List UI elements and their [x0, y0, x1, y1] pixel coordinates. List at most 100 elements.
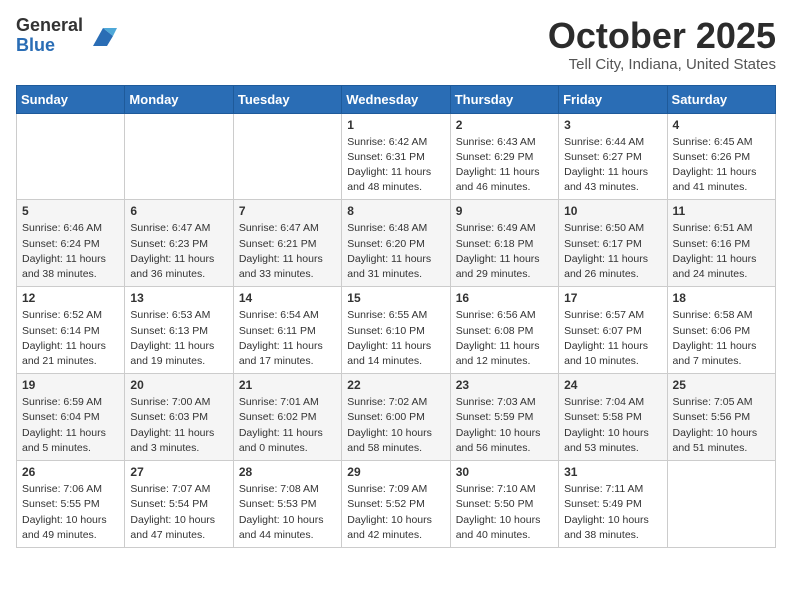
- calendar-cell: 9 Sunrise: 6:49 AM Sunset: 6:18 PM Daylig…: [450, 200, 558, 287]
- page-header: General Blue October 2025 Tell City, Ind…: [16, 16, 776, 73]
- day-info: Sunrise: 6:46 AM Sunset: 6:24 PM Dayligh…: [22, 221, 119, 282]
- day-number: 30: [456, 465, 553, 479]
- location-subtitle: Tell City, Indiana, United States: [548, 56, 776, 73]
- calendar-cell: 12 Sunrise: 6:52 AM Sunset: 6:14 PM Dayli…: [17, 287, 125, 374]
- calendar-cell: 30Sunrise: 7:10 AM Sunset: 5:50 PM Dayli…: [450, 461, 558, 548]
- calendar-cell: 26 Sunrise: 7:06 AM Sunset: 5:55 PM Dayli…: [17, 461, 125, 548]
- month-title: October 2025: [548, 16, 776, 56]
- calendar-cell: [17, 113, 125, 200]
- day-number: 14: [239, 291, 336, 305]
- col-header-sunday: Sunday: [17, 85, 125, 113]
- logo-blue: Blue: [16, 36, 83, 56]
- day-number: 26: [22, 465, 119, 479]
- calendar-cell: [667, 461, 775, 548]
- day-info: Sunrise: 6:53 AM Sunset: 6:13 PM Dayligh…: [130, 308, 227, 369]
- day-number: 11: [673, 204, 770, 218]
- day-number: 28: [239, 465, 336, 479]
- calendar-cell: 28 Sunrise: 7:08 AM Sunset: 5:53 PM Dayli…: [233, 461, 341, 548]
- calendar-cell: 17Sunrise: 6:57 AM Sunset: 6:07 PM Dayli…: [559, 287, 667, 374]
- calendar-week-2: 5 Sunrise: 6:46 AM Sunset: 6:24 PM Daylig…: [17, 200, 776, 287]
- day-number: 24: [564, 378, 661, 392]
- day-info: Sunrise: 7:05 AM Sunset: 5:56 PM Dayligh…: [673, 395, 770, 456]
- day-info: Sunrise: 6:50 AM Sunset: 6:17 PM Dayligh…: [564, 221, 661, 282]
- calendar-cell: 14Sunrise: 6:54 AM Sunset: 6:11 PM Dayli…: [233, 287, 341, 374]
- title-block: October 2025 Tell City, Indiana, United …: [548, 16, 776, 73]
- calendar-cell: 19 Sunrise: 6:59 AM Sunset: 6:04 PM Dayli…: [17, 374, 125, 461]
- calendar-cell: 22 Sunrise: 7:02 AM Sunset: 6:00 PM Dayli…: [342, 374, 450, 461]
- day-number: 16: [456, 291, 553, 305]
- day-number: 31: [564, 465, 661, 479]
- day-number: 5: [22, 204, 119, 218]
- day-number: 23: [456, 378, 553, 392]
- calendar-cell: 1Sunrise: 6:42 AM Sunset: 6:31 PM Daylig…: [342, 113, 450, 200]
- calendar-cell: [233, 113, 341, 200]
- day-info: Sunrise: 6:59 AM Sunset: 6:04 PM Dayligh…: [22, 395, 119, 456]
- day-info: Sunrise: 6:52 AM Sunset: 6:14 PM Dayligh…: [22, 308, 119, 369]
- calendar-cell: 24 Sunrise: 7:04 AM Sunset: 5:58 PM Dayli…: [559, 374, 667, 461]
- day-number: 9: [456, 204, 553, 218]
- day-number: 19: [22, 378, 119, 392]
- day-info: Sunrise: 6:42 AM Sunset: 6:31 PM Dayligh…: [347, 135, 444, 196]
- col-header-friday: Friday: [559, 85, 667, 113]
- day-number: 29: [347, 465, 444, 479]
- logo: General Blue: [16, 16, 117, 56]
- calendar-week-5: 26 Sunrise: 7:06 AM Sunset: 5:55 PM Dayli…: [17, 461, 776, 548]
- day-info: Sunrise: 7:03 AM Sunset: 5:59 PM Dayligh…: [456, 395, 553, 456]
- calendar-cell: 7 Sunrise: 6:47 AM Sunset: 6:21 PM Daylig…: [233, 200, 341, 287]
- day-info: Sunrise: 6:44 AM Sunset: 6:27 PM Dayligh…: [564, 135, 661, 196]
- calendar-week-1: 1Sunrise: 6:42 AM Sunset: 6:31 PM Daylig…: [17, 113, 776, 200]
- calendar-cell: 3 Sunrise: 6:44 AM Sunset: 6:27 PM Daylig…: [559, 113, 667, 200]
- calendar-cell: 15Sunrise: 6:55 AM Sunset: 6:10 PM Dayli…: [342, 287, 450, 374]
- day-info: Sunrise: 6:45 AM Sunset: 6:26 PM Dayligh…: [673, 135, 770, 196]
- day-info: Sunrise: 7:00 AM Sunset: 6:03 PM Dayligh…: [130, 395, 227, 456]
- calendar-cell: 27 Sunrise: 7:07 AM Sunset: 5:54 PM Dayli…: [125, 461, 233, 548]
- day-number: 22: [347, 378, 444, 392]
- calendar-week-4: 19 Sunrise: 6:59 AM Sunset: 6:04 PM Dayli…: [17, 374, 776, 461]
- day-info: Sunrise: 7:09 AM Sunset: 5:52 PM Dayligh…: [347, 482, 444, 543]
- day-number: 3: [564, 118, 661, 132]
- day-info: Sunrise: 7:08 AM Sunset: 5:53 PM Dayligh…: [239, 482, 336, 543]
- logo-icon: [89, 22, 117, 50]
- day-number: 27: [130, 465, 227, 479]
- col-header-monday: Monday: [125, 85, 233, 113]
- col-header-thursday: Thursday: [450, 85, 558, 113]
- calendar-cell: 20Sunrise: 7:00 AM Sunset: 6:03 PM Dayli…: [125, 374, 233, 461]
- day-number: 2: [456, 118, 553, 132]
- logo-general: General: [16, 16, 83, 36]
- day-number: 8: [347, 204, 444, 218]
- calendar-table: SundayMondayTuesdayWednesdayThursdayFrid…: [16, 85, 776, 548]
- day-info: Sunrise: 6:57 AM Sunset: 6:07 PM Dayligh…: [564, 308, 661, 369]
- day-info: Sunrise: 6:58 AM Sunset: 6:06 PM Dayligh…: [673, 308, 770, 369]
- col-header-saturday: Saturday: [667, 85, 775, 113]
- day-number: 4: [673, 118, 770, 132]
- calendar-cell: 6Sunrise: 6:47 AM Sunset: 6:23 PM Daylig…: [125, 200, 233, 287]
- calendar-cell: 5 Sunrise: 6:46 AM Sunset: 6:24 PM Daylig…: [17, 200, 125, 287]
- col-header-tuesday: Tuesday: [233, 85, 341, 113]
- day-info: Sunrise: 7:06 AM Sunset: 5:55 PM Dayligh…: [22, 482, 119, 543]
- day-number: 10: [564, 204, 661, 218]
- day-number: 7: [239, 204, 336, 218]
- day-info: Sunrise: 7:02 AM Sunset: 6:00 PM Dayligh…: [347, 395, 444, 456]
- day-info: Sunrise: 6:49 AM Sunset: 6:18 PM Dayligh…: [456, 221, 553, 282]
- calendar-cell: 21Sunrise: 7:01 AM Sunset: 6:02 PM Dayli…: [233, 374, 341, 461]
- calendar-week-3: 12 Sunrise: 6:52 AM Sunset: 6:14 PM Dayli…: [17, 287, 776, 374]
- calendar-cell: 18 Sunrise: 6:58 AM Sunset: 6:06 PM Dayli…: [667, 287, 775, 374]
- day-number: 25: [673, 378, 770, 392]
- day-info: Sunrise: 6:47 AM Sunset: 6:21 PM Dayligh…: [239, 221, 336, 282]
- calendar-cell: 2Sunrise: 6:43 AM Sunset: 6:29 PM Daylig…: [450, 113, 558, 200]
- day-number: 21: [239, 378, 336, 392]
- calendar-cell: 23 Sunrise: 7:03 AM Sunset: 5:59 PM Dayli…: [450, 374, 558, 461]
- day-info: Sunrise: 7:04 AM Sunset: 5:58 PM Dayligh…: [564, 395, 661, 456]
- calendar-cell: 4 Sunrise: 6:45 AM Sunset: 6:26 PM Daylig…: [667, 113, 775, 200]
- day-number: 12: [22, 291, 119, 305]
- calendar-cell: 31 Sunrise: 7:11 AM Sunset: 5:49 PM Dayli…: [559, 461, 667, 548]
- day-number: 6: [130, 204, 227, 218]
- day-info: Sunrise: 6:56 AM Sunset: 6:08 PM Dayligh…: [456, 308, 553, 369]
- calendar-cell: 11Sunrise: 6:51 AM Sunset: 6:16 PM Dayli…: [667, 200, 775, 287]
- calendar-cell: 10 Sunrise: 6:50 AM Sunset: 6:17 PM Dayli…: [559, 200, 667, 287]
- day-info: Sunrise: 7:11 AM Sunset: 5:49 PM Dayligh…: [564, 482, 661, 543]
- calendar-cell: 16 Sunrise: 6:56 AM Sunset: 6:08 PM Dayli…: [450, 287, 558, 374]
- day-number: 18: [673, 291, 770, 305]
- calendar-cell: 8Sunrise: 6:48 AM Sunset: 6:20 PM Daylig…: [342, 200, 450, 287]
- day-info: Sunrise: 7:07 AM Sunset: 5:54 PM Dayligh…: [130, 482, 227, 543]
